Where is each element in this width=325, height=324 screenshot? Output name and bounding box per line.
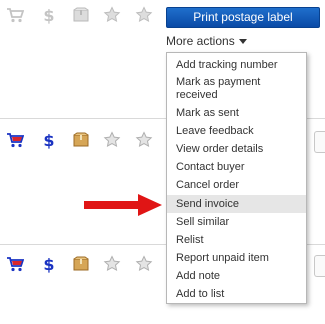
menu-item-mark-as-sent[interactable]: Mark as sent — [167, 104, 306, 122]
dollar-icon[interactable]: $ — [40, 6, 58, 24]
svg-text:$: $ — [43, 6, 54, 24]
star-icon[interactable] — [135, 6, 153, 24]
more-actions-label: More actions — [166, 34, 235, 48]
cart-icon[interactable] — [6, 131, 24, 149]
row-action-button[interactable] — [314, 255, 325, 277]
svg-text:$: $ — [43, 255, 54, 273]
menu-item-mark-as-payment-received[interactable]: Mark as payment received — [167, 74, 287, 104]
cart-icon[interactable] — [6, 6, 24, 24]
package-icon[interactable] — [72, 255, 90, 273]
menu-item-cancel-order[interactable]: Cancel order — [167, 176, 306, 194]
print-postage-label-button[interactable]: Print postage label — [166, 7, 320, 28]
package-icon[interactable] — [72, 131, 90, 149]
menu-item-contact-buyer[interactable]: Contact buyer — [167, 158, 306, 176]
row-action-button[interactable] — [314, 131, 325, 153]
menu-item-send-invoice[interactable]: Send invoice — [167, 194, 306, 213]
menu-item-add-to-list[interactable]: Add to list — [167, 285, 306, 303]
chevron-down-icon — [238, 39, 247, 45]
menu-item-add-tracking-number[interactable]: Add tracking number — [167, 56, 306, 74]
menu-item-relist[interactable]: Relist — [167, 231, 306, 249]
menu-item-sell-similar[interactable]: Sell similar — [167, 213, 306, 231]
more-actions-dropdown[interactable]: More actions — [166, 33, 247, 49]
more-actions-menu: Add tracking number Mark as payment rece… — [166, 52, 307, 304]
pointer-arrow-icon — [84, 194, 162, 216]
menu-item-view-order-details[interactable]: View order details — [167, 140, 306, 158]
star-icon[interactable] — [103, 255, 121, 273]
star-icon[interactable] — [103, 131, 121, 149]
package-icon[interactable] — [72, 6, 90, 24]
star-icon[interactable] — [103, 6, 121, 24]
menu-item-leave-feedback[interactable]: Leave feedback — [167, 122, 306, 140]
cart-icon[interactable] — [6, 255, 24, 273]
svg-text:$: $ — [43, 131, 54, 149]
star-icon[interactable] — [135, 255, 153, 273]
menu-item-add-note[interactable]: Add note — [167, 267, 306, 285]
menu-item-report-unpaid-item[interactable]: Report unpaid item — [167, 249, 306, 267]
dollar-icon[interactable]: $ — [40, 255, 58, 273]
dollar-icon[interactable]: $ — [40, 131, 58, 149]
star-icon[interactable] — [135, 131, 153, 149]
